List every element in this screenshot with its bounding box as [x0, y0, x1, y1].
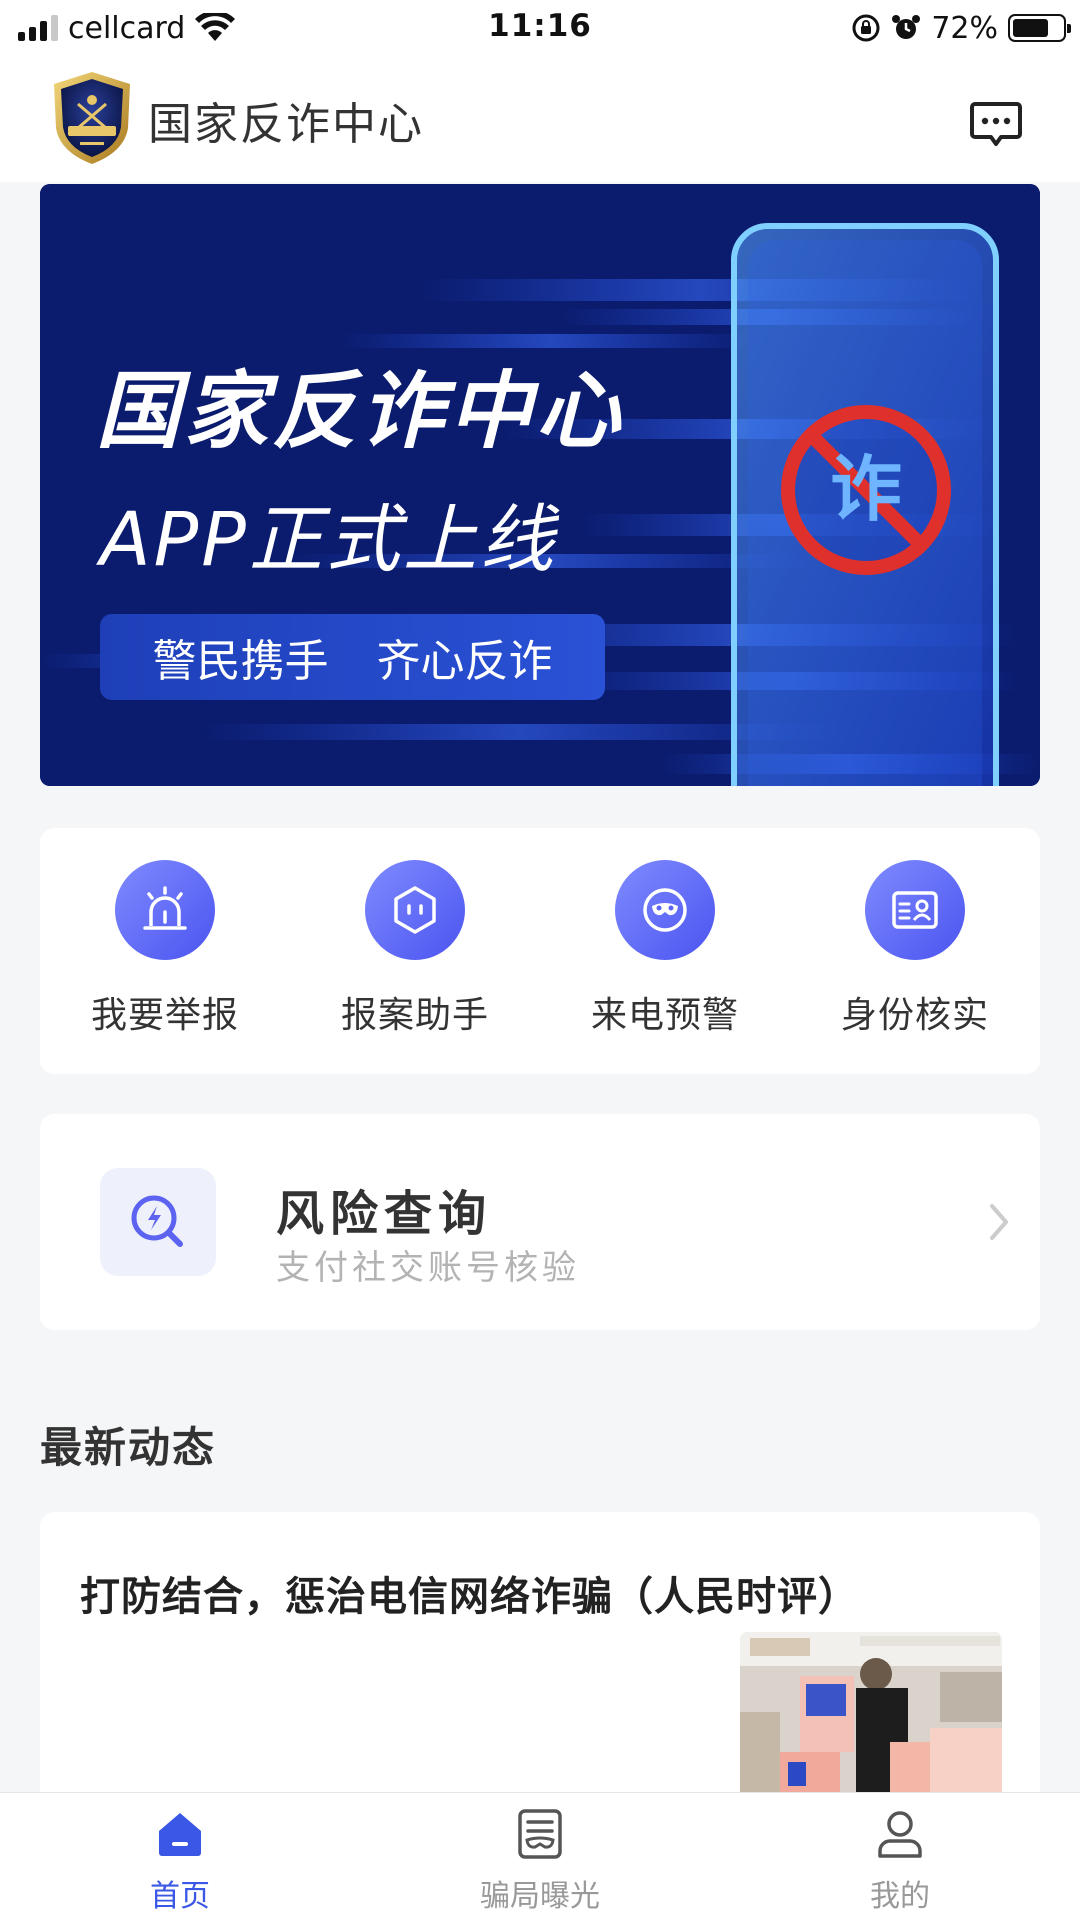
search-lightning-icon: [100, 1168, 216, 1276]
banner-subtitle: APP正式上线: [100, 497, 557, 583]
home-icon: [159, 1813, 201, 1856]
slogan-left: 警民携手: [152, 636, 329, 687]
quick-action-case-assistant[interactable]: 报案助手: [290, 860, 540, 1038]
alarm-siren-icon: [115, 860, 215, 960]
app-header: 国家反诈中心: [0, 58, 1080, 182]
app-title: 国家反诈中心: [148, 99, 424, 150]
tab-label: 我的: [870, 1879, 930, 1914]
rotation-lock-icon: [852, 14, 880, 42]
battery-fill: [1013, 19, 1048, 37]
tab-profile[interactable]: 我的: [800, 1807, 1000, 1915]
banner-title: 国家反诈中心: [96, 362, 625, 460]
status-right: 72%: [851, 8, 1071, 48]
exposure-icon: [518, 1809, 562, 1859]
mask-icon: [615, 860, 715, 960]
risk-query-title: 风险查询: [276, 1186, 493, 1242]
bottom-tab-bar: 首页 骗局曝光 我的: [0, 1792, 1080, 1920]
quick-action-label: 我要举报: [90, 995, 239, 1036]
quick-action-report[interactable]: 我要举报: [40, 860, 290, 1038]
tab-label: 骗局曝光: [480, 1879, 600, 1914]
quick-actions-card: 我要举报 报案助手 来电预警 身份核实: [40, 828, 1040, 1074]
battery-icon: [1008, 14, 1071, 42]
banner-slogan: 警民携手 齐心反诈: [100, 614, 605, 700]
risk-query-subtitle: 支付社交账号核验: [276, 1248, 580, 1288]
status-bar: cellcard 11:16 72%: [0, 0, 1080, 58]
battery-percent: 72%: [931, 10, 998, 46]
quick-action-label: 报案助手: [340, 995, 489, 1036]
news-heading: 最新动态: [40, 1423, 217, 1472]
tab-home[interactable]: 首页: [80, 1807, 280, 1915]
quick-action-id-verify[interactable]: 身份核实: [790, 860, 1040, 1038]
tab-label: 首页: [150, 1879, 210, 1914]
quick-action-label: 身份核实: [840, 995, 989, 1036]
risk-query-card[interactable]: 风险查询 支付社交账号核验: [40, 1114, 1040, 1330]
alarm-icon: [892, 15, 921, 39]
news-title: 打防结合，惩治电信网络诈骗（人民时评）: [80, 1574, 859, 1620]
police-badge-icon: [54, 72, 130, 164]
news-list-item[interactable]: 打防结合，惩治电信网络诈骗（人民时评）: [40, 1512, 1040, 1812]
quick-action-label: 来电预警: [590, 995, 739, 1036]
slogan-right: 齐心反诈: [376, 636, 553, 687]
id-card-icon: [865, 860, 965, 960]
chevron-right-icon: [990, 1204, 1008, 1240]
quick-action-call-warning[interactable]: 来电预警: [540, 860, 790, 1038]
assistant-hexagon-icon: [365, 860, 465, 960]
user-icon: [878, 1811, 922, 1858]
message-icon[interactable]: [968, 96, 1024, 152]
news-thumbnail: [740, 1632, 1002, 1812]
tab-scam-exposure[interactable]: 骗局曝光: [440, 1807, 640, 1915]
promo-banner[interactable]: 诈 国家反诈中心 APP正式上线 警民携手 齐心反诈: [40, 184, 1040, 786]
prohibit-badge-text: 诈: [830, 447, 902, 531]
